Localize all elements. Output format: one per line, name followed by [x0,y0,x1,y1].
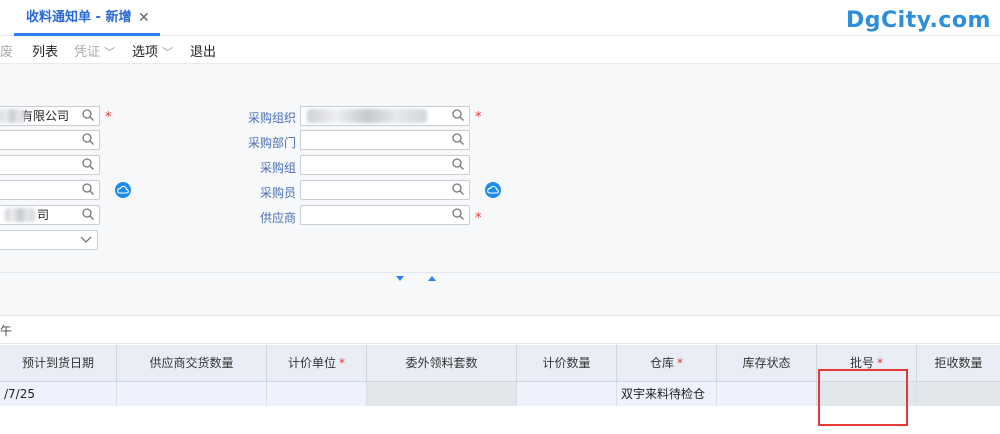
left-field-2[interactable] [0,130,100,150]
options-menu[interactable]: 选项 ﹀ [132,41,173,60]
search-icon[interactable] [81,157,95,171]
chevron-down-icon: ﹀ [104,46,116,59]
header-form: 有限公司 * 司 采购组织 * 采购部门 采购组 采购员 供应商 * [0,64,1000,272]
search-icon[interactable] [451,182,465,196]
column-label: 委外领料套数 [405,356,478,370]
expand-up-icon[interactable] [428,276,436,281]
column-label: 计价数量 [542,356,591,370]
purchaser-label: 采购员 [259,186,296,200]
exit-button[interactable]: 退出 [190,41,216,60]
options-label: 选项 [132,45,159,60]
tab-title: 收料通知单 - 新增 [26,10,132,25]
search-icon[interactable] [451,207,465,221]
redacted-text [0,109,25,123]
close-icon[interactable]: ✕ [138,0,150,36]
column-label: 拒收数量 [934,356,983,370]
cloud-sync-icon[interactable] [485,182,501,198]
detail-section-header: 午 [0,316,1000,344]
voucher-label: 凭证 [74,45,101,60]
purchase-org-label: 采购组织 [247,111,296,125]
toolbar: 废 列表 凭证 ﹀ 选项 ﹀ 退出 [0,36,1000,64]
collapse-down-icon[interactable] [396,276,404,281]
table-cell[interactable]: 双宇来料待检仓 [617,382,717,406]
section-band [0,286,1000,316]
purchase-org-field[interactable] [300,106,470,126]
voucher-menu[interactable]: 凭证 ﹀ [74,41,115,60]
required-mark: * [475,110,482,125]
purchase-dept-field[interactable] [300,130,470,150]
search-icon[interactable] [81,108,95,122]
column-header[interactable]: 计价单位 * [267,345,367,382]
supplier-label: 供应商 [259,211,296,225]
column-header[interactable]: 供应商交货数量 [117,345,267,382]
table-cell[interactable]: /7/25 [0,382,117,406]
table-cell[interactable] [117,382,267,406]
column-header[interactable]: 计价数量 [517,345,617,382]
column-header[interactable]: 库存状态 [717,345,817,382]
search-icon[interactable] [81,132,95,146]
column-label: 计价单位 [287,356,336,370]
search-icon[interactable] [451,132,465,146]
search-icon[interactable] [81,207,95,221]
column-label: 批号 [849,356,874,370]
column-label: 仓库 [649,356,674,370]
org-field[interactable]: 有限公司 [0,106,100,126]
required-mark: * [475,211,482,226]
purchaser-field[interactable] [300,180,470,200]
column-label: 供应商交货数量 [149,356,234,370]
column-label: 库存状态 [742,356,791,370]
left-field-4[interactable] [0,180,100,200]
highlight-box [818,369,908,426]
chevron-down-icon: ﹀ [162,46,174,59]
column-header[interactable]: 预计到货日期 [0,345,117,382]
table-cell[interactable] [717,382,817,406]
table-cell[interactable] [267,382,367,406]
tab-receipt-notice-new[interactable]: 收料通知单 - 新增 ✕ [0,0,160,36]
detail-section-title: 午 [0,324,13,338]
required-mark: * [339,356,345,370]
toolbar-partial-button[interactable]: 废 [0,41,13,60]
list-button[interactable]: 列表 [32,41,58,60]
supplier-field[interactable] [300,205,470,225]
left-field-3[interactable] [0,155,100,175]
required-mark: * [105,110,112,125]
redacted-text [5,208,35,222]
search-icon[interactable] [81,182,95,196]
tab-bar: 收料通知单 - 新增 ✕ DgCity.com [0,0,1000,36]
panel-splitter [0,272,1000,286]
required-mark: * [877,356,883,370]
purchase-dept-label: 采购部门 [247,136,296,150]
chevron-down-icon[interactable] [79,232,93,246]
org-field-value: 有限公司 [21,109,70,123]
cloud-sync-icon[interactable] [115,182,131,198]
left-field-5[interactable]: 司 [0,205,100,225]
redacted-text [307,109,427,123]
column-header[interactable]: 委外领料套数 [367,345,517,382]
left-select-6[interactable] [0,230,98,250]
watermark-logo: DgCity.com [846,8,991,33]
table-cell[interactable] [517,382,617,406]
required-mark: * [677,356,683,370]
column-label: 预计到货日期 [21,356,94,370]
search-icon[interactable] [451,108,465,122]
column-header[interactable]: 仓库 * [617,345,717,382]
table-cell [367,382,517,406]
search-icon[interactable] [451,157,465,171]
column-header[interactable]: 拒收数量 [917,345,1000,382]
table-cell[interactable] [917,382,1000,406]
purchase-group-field[interactable] [300,155,470,175]
left-field-5-value: 司 [37,208,50,222]
purchase-group-label: 采购组 [259,161,296,175]
